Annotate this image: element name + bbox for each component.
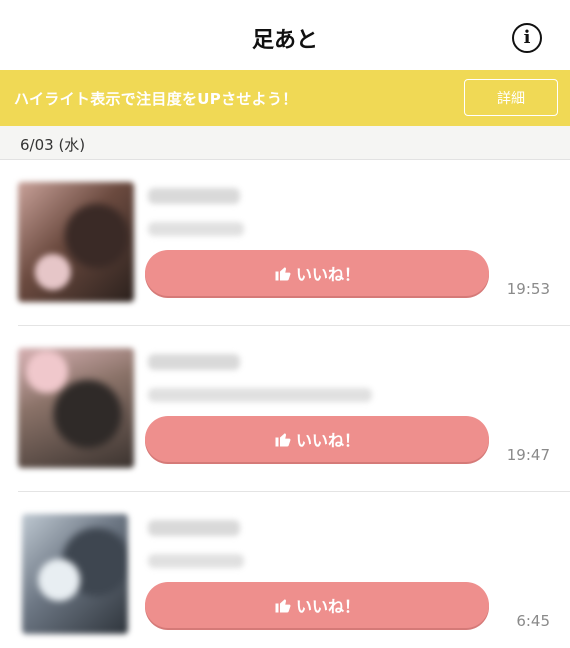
- visit-time: 6:45: [516, 612, 550, 630]
- avatar[interactable]: [18, 182, 134, 302]
- user-info-blurred: [148, 222, 244, 236]
- user-name-blurred: [148, 188, 240, 204]
- user-info-blurred: [148, 388, 372, 402]
- like-label: いいね！: [295, 597, 360, 616]
- banner-text: ハイライト表示で注目度をUPさせよう！: [14, 90, 298, 108]
- like-button[interactable]: いいね！: [145, 582, 489, 628]
- footprint-row[interactable]: いいね！ 19:47: [0, 326, 570, 492]
- visit-time: 19:47: [506, 446, 550, 464]
- detail-button[interactable]: 詳細: [464, 79, 558, 116]
- like-button[interactable]: いいね！: [145, 416, 489, 462]
- user-name-blurred: [148, 354, 240, 370]
- info-icon[interactable]: i: [512, 23, 542, 53]
- date-label: 6/03 (水): [20, 136, 86, 154]
- date-section-header: 6/03 (水): [0, 126, 570, 160]
- avatar[interactable]: [22, 514, 128, 634]
- page-title: 足あと: [251, 28, 318, 53]
- like-label: いいね！: [295, 431, 360, 450]
- footprint-row[interactable]: いいね！ 6:45: [0, 492, 570, 648]
- thumbs-up-icon: [275, 599, 291, 613]
- user-info-blurred: [148, 554, 244, 568]
- user-name-blurred: [148, 520, 240, 536]
- like-button[interactable]: いいね！: [145, 250, 489, 296]
- like-label: いいね！: [295, 265, 360, 284]
- footprint-row[interactable]: いいね！ 19:53: [0, 160, 570, 326]
- header-bar: 足あと i: [0, 0, 570, 70]
- thumbs-up-icon: [275, 267, 291, 281]
- highlight-banner[interactable]: ハイライト表示で注目度をUPさせよう！ 詳細: [0, 70, 570, 126]
- avatar[interactable]: [18, 348, 134, 468]
- thumbs-up-icon: [275, 433, 291, 447]
- visit-time: 19:53: [506, 280, 550, 298]
